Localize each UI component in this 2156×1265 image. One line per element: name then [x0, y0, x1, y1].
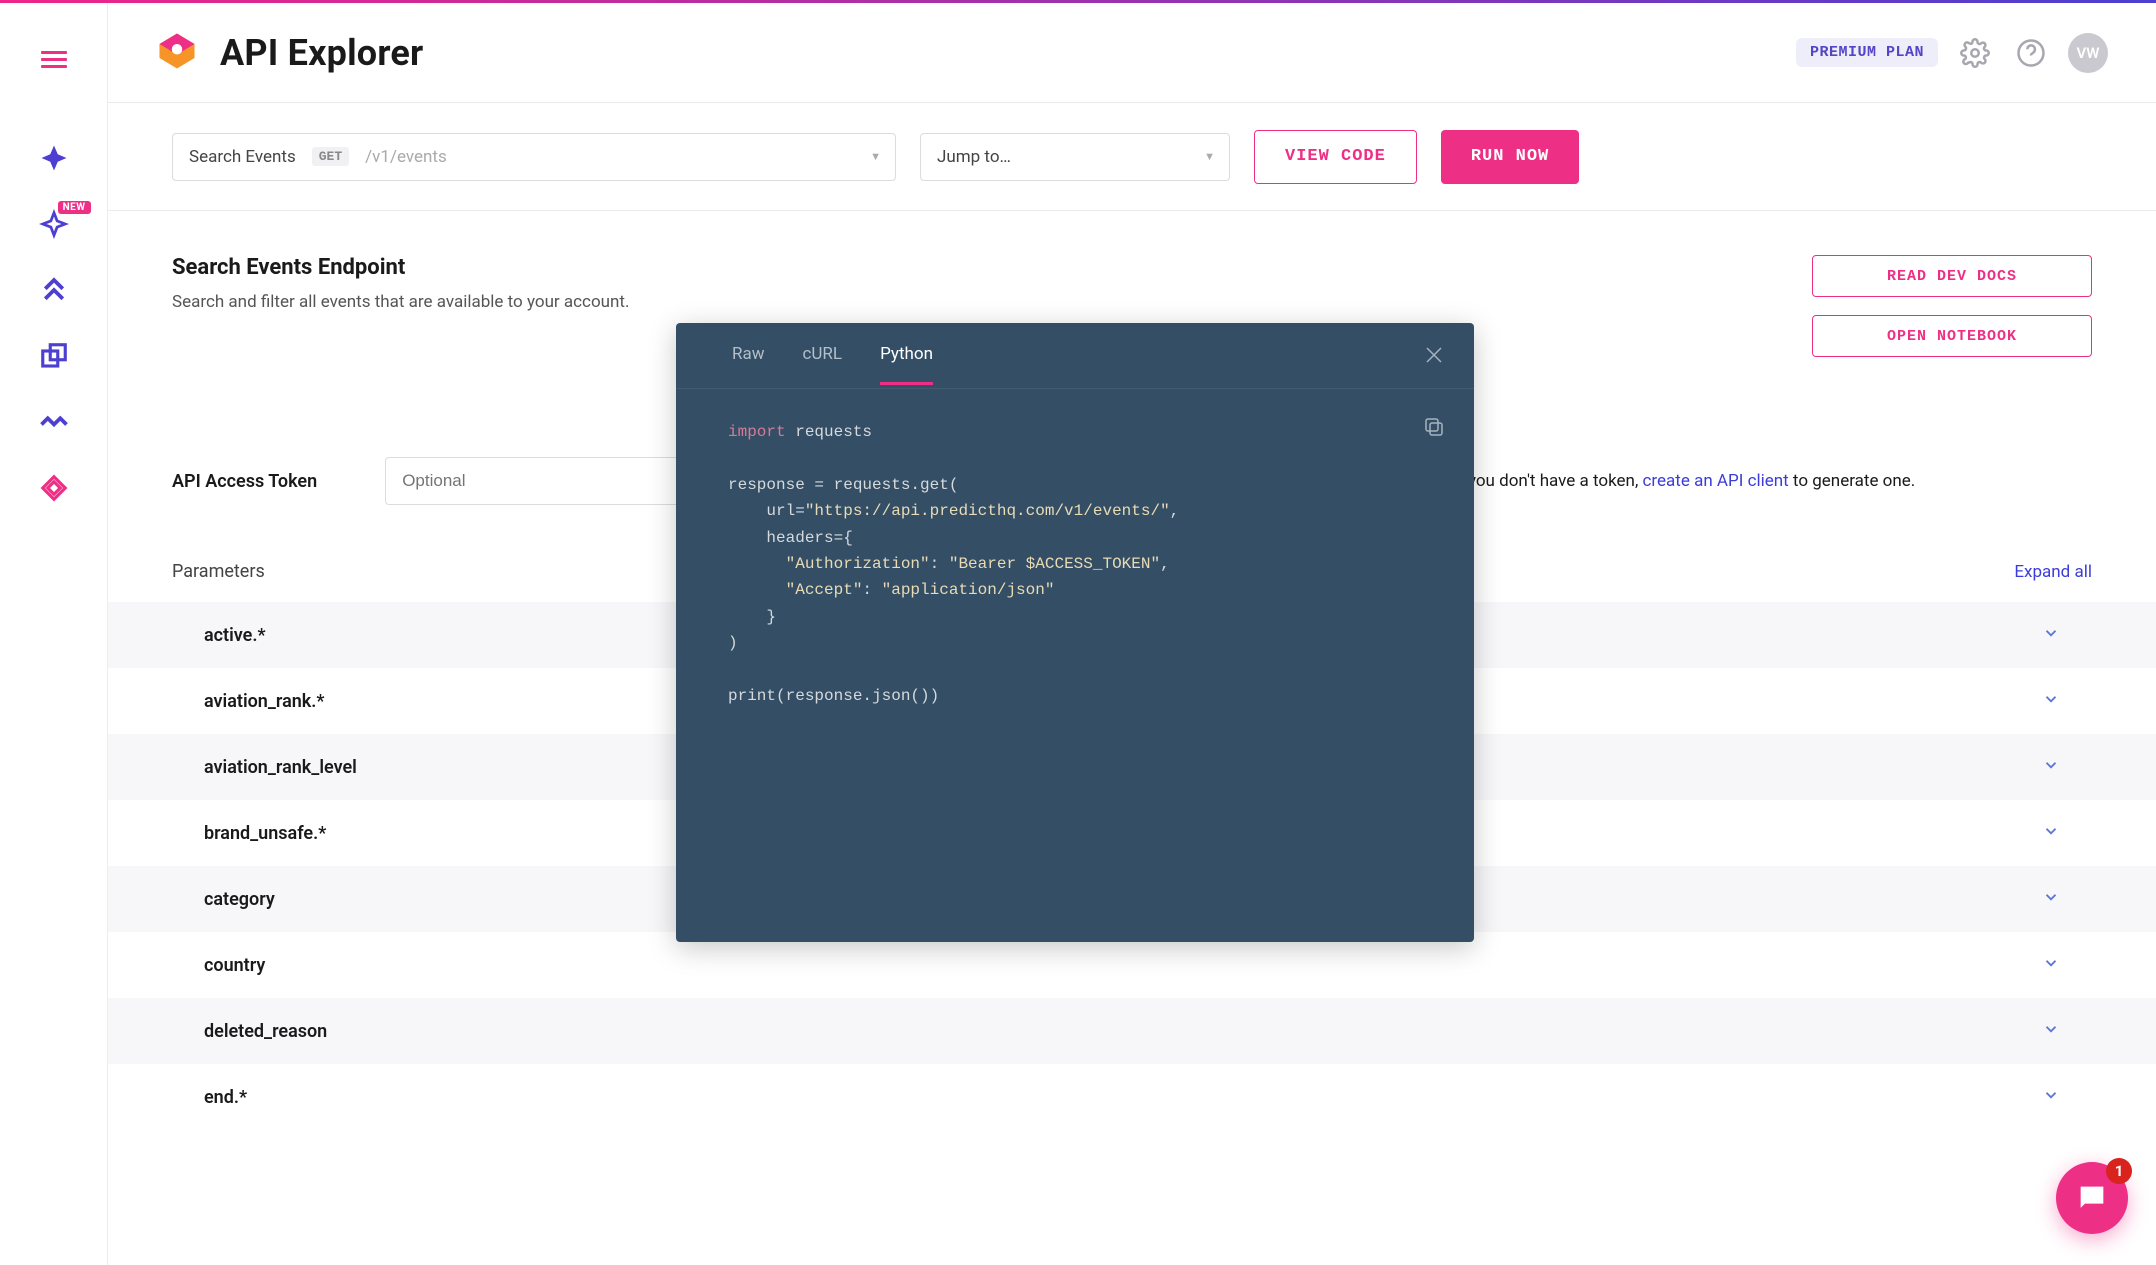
nav-sparkle-icon[interactable]	[39, 143, 69, 173]
avatar[interactable]: VW	[2068, 33, 2108, 73]
chevron-down-icon	[2042, 690, 2060, 712]
param-name: aviation_rank.*	[204, 691, 324, 712]
param-name: active.*	[204, 625, 266, 646]
chevron-down-icon	[2042, 756, 2060, 778]
api-token-label: API Access Token	[172, 471, 317, 492]
jump-to-placeholder: Jump to…	[937, 147, 1011, 167]
nav-sparkle-new-icon[interactable]: NEW	[39, 209, 69, 239]
nav-diamond-icon[interactable]	[39, 473, 69, 503]
param-row[interactable]: end.*	[108, 1064, 2156, 1130]
left-nav-rail: NEW	[0, 3, 108, 1265]
tab-curl[interactable]: cURL	[803, 344, 843, 367]
chevron-down-icon	[2042, 624, 2060, 646]
method-chip: GET	[312, 147, 349, 166]
chevron-down-icon	[2042, 1086, 2060, 1108]
api-token-help: If you don't have a token, create an API…	[1453, 471, 1915, 491]
endpoint-name: Search Events	[189, 147, 296, 167]
chevron-down-icon: ▼	[870, 150, 881, 163]
param-name: category	[204, 889, 275, 910]
brand-logo-icon	[156, 30, 198, 76]
view-code-button[interactable]: VIEW CODE	[1254, 130, 1417, 184]
nav-chevrons-up-icon[interactable]	[39, 275, 69, 305]
read-dev-docs-button[interactable]: READ DEV DOCS	[1812, 255, 2092, 297]
jump-to-select[interactable]: Jump to… ▼	[920, 133, 1230, 181]
gear-icon[interactable]	[1956, 34, 1994, 72]
nav-layers-icon[interactable]	[39, 341, 69, 371]
endpoint-heading: Search Events Endpoint	[172, 255, 629, 280]
create-api-client-link[interactable]: create an API client	[1643, 471, 1789, 491]
endpoint-toolbar: Search Events GET /v1/events ▼ Jump to… …	[108, 103, 2156, 211]
expand-all-link[interactable]: Expand all	[2014, 562, 2092, 582]
chat-notification-badge: 1	[2106, 1158, 2132, 1184]
plan-badge[interactable]: PREMIUM PLAN	[1796, 38, 1938, 67]
run-now-button[interactable]: RUN NOW	[1441, 130, 1579, 184]
open-notebook-button[interactable]: OPEN NOTEBOOK	[1812, 315, 2092, 357]
chevron-down-icon	[2042, 1020, 2060, 1042]
code-panel: Raw cURL Python import requests response…	[676, 323, 1474, 942]
param-row[interactable]: deleted_reason	[108, 998, 2156, 1064]
endpoint-select[interactable]: Search Events GET /v1/events ▼	[172, 133, 896, 181]
close-icon[interactable]	[1422, 343, 1446, 371]
param-name: aviation_rank_level	[204, 757, 357, 778]
chevron-down-icon	[2042, 954, 2060, 976]
param-name: country	[204, 955, 265, 976]
tab-python[interactable]: Python	[880, 344, 933, 385]
chevron-down-icon: ▼	[1204, 150, 1215, 163]
help-icon[interactable]	[2012, 34, 2050, 72]
hamburger-icon[interactable]	[41, 47, 67, 65]
brand: API Explorer	[156, 30, 423, 76]
code-body: import requests response = requests.get(…	[676, 389, 1474, 739]
chat-bubble-button[interactable]: 1	[2056, 1162, 2128, 1234]
chevron-down-icon	[2042, 822, 2060, 844]
page-title: API Explorer	[220, 32, 423, 74]
endpoint-path: /v1/events	[365, 147, 447, 167]
endpoint-description: Search and filter all events that are av…	[172, 292, 629, 312]
param-name: end.*	[204, 1087, 247, 1108]
param-name: brand_unsafe.*	[204, 823, 326, 844]
parameters-heading: Parameters	[172, 561, 265, 582]
tab-raw[interactable]: Raw	[732, 344, 765, 367]
app-header: API Explorer PREMIUM PLAN VW	[108, 3, 2156, 103]
code-panel-tabs: Raw cURL Python	[676, 323, 1474, 389]
chevron-down-icon	[2042, 888, 2060, 910]
copy-icon[interactable]	[1422, 415, 1446, 443]
nav-wave-icon[interactable]	[39, 407, 69, 437]
new-badge: NEW	[58, 201, 91, 214]
param-name: deleted_reason	[204, 1021, 327, 1042]
